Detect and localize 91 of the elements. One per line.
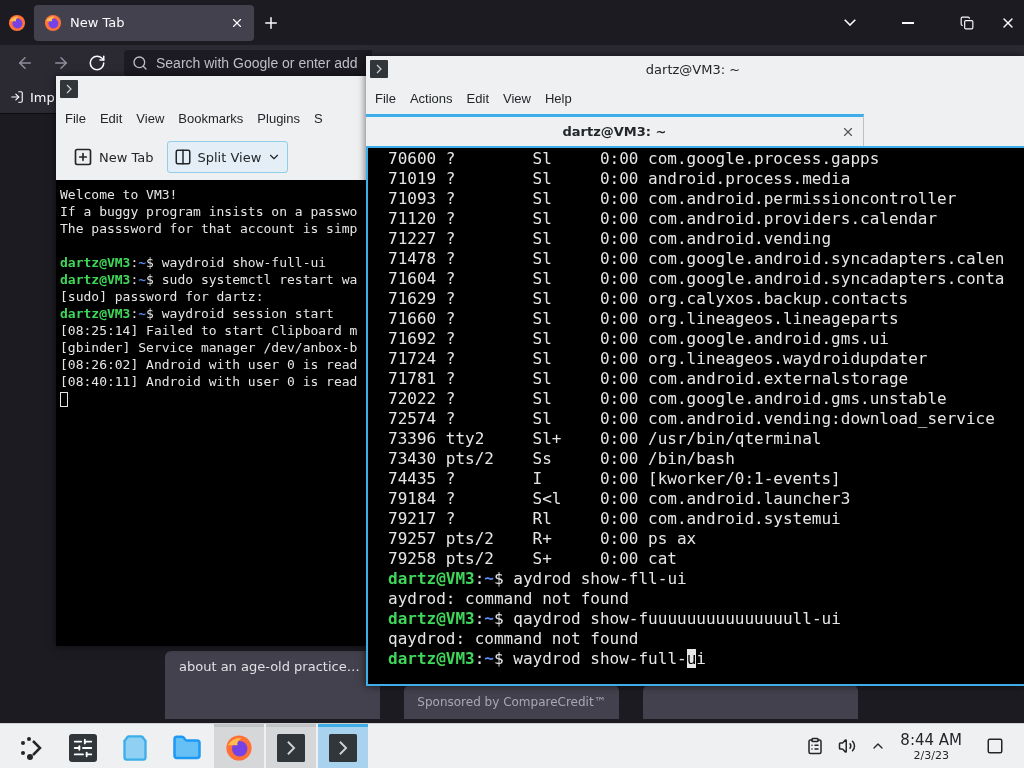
terminal-line: [sudo] password for dartz: (60, 288, 265, 305)
terminal-icon (60, 80, 78, 98)
split-view-button[interactable]: Split View (166, 141, 289, 173)
terminal-line: aydrod: command not found (388, 589, 630, 609)
search-icon (132, 55, 148, 71)
terminal-line: 72574 ? Sl 0:00 com.android.vending:download_service (388, 409, 996, 429)
firefox-icon (225, 733, 253, 762)
terminal-line: 73430 pts/2 Ss 0:00 /bin/bash (388, 449, 736, 469)
menu-item[interactable]: Actions (404, 88, 458, 108)
menu-item[interactable]: Edit (94, 108, 128, 128)
browser-tab[interactable]: New Tab (34, 4, 254, 41)
taskbar-item[interactable] (266, 724, 316, 768)
import-icon (10, 90, 24, 104)
terminal-line: 79257 pts/2 R+ 0:00 ps ax (388, 529, 698, 549)
terminal-line: [gbinder] Service manager /dev/anbox-b (60, 339, 359, 356)
terminal-line: 79217 ? Rl 0:00 com.android.systemui (388, 509, 842, 529)
terminal-line: [08:25:14] Failed to start Clipboard m (60, 322, 359, 339)
tab-list-button[interactable] (844, 19, 856, 26)
minimize-icon (902, 21, 914, 24)
menu-item[interactable]: View (498, 88, 536, 108)
menu-item[interactable]: File (60, 108, 91, 128)
taskbar-item[interactable] (318, 724, 368, 768)
terminal-line: 70600 ? Sl 0:00 com.google.process.gapps (388, 149, 881, 169)
terminal-line: [08:40:11] Android with user 0 is read (60, 373, 359, 390)
split-columns-icon (173, 148, 192, 166)
terminal-line: If a buggy program insists on a passwo (60, 203, 359, 220)
clock[interactable]: 8:44 AM 2/3/23 (900, 730, 962, 762)
chevron-down-icon (844, 19, 856, 26)
text-cursor (60, 392, 68, 407)
arrow-right-icon (52, 54, 70, 72)
terminal-line: 71227 ? Sl 0:00 com.android.vending (388, 229, 833, 249)
window-title: dartz@VM3: ~ (644, 61, 742, 77)
menu-item[interactable]: File (370, 88, 401, 108)
story-card[interactable]: Sponsored by CompareCredit™ (404, 685, 619, 719)
terminal-line: 73396 tty2 Sl+ 0:00 /usr/bin/qterminal (388, 429, 823, 449)
new-tab-icon (73, 147, 93, 167)
terminal-tab[interactable]: dartz@VM3: ~ (366, 114, 864, 146)
settings-icon (69, 733, 97, 762)
story-card[interactable] (643, 685, 858, 719)
app-launcher-icon (18, 734, 44, 761)
menu-item[interactable]: View (131, 108, 170, 128)
new-tab-button[interactable]: New Tab (66, 141, 161, 173)
menu-item[interactable]: Plugins (252, 108, 305, 128)
show-desktop-icon[interactable] (986, 737, 1004, 755)
terminal-line: Welcome to VM3! (60, 186, 179, 203)
menu-item[interactable]: Bookmarks (173, 108, 249, 128)
back-button[interactable] (16, 54, 34, 72)
terminal-line: dartz@VM3:~$ waydroid session start (60, 305, 335, 322)
reload-button[interactable] (88, 54, 106, 72)
minimize-button[interactable] (902, 21, 914, 24)
restore-icon (960, 15, 974, 30)
terminal-line: 71093 ? Sl 0:00 com.android.permissioncontroller (388, 189, 958, 209)
bookmark-link[interactable]: Imp (10, 89, 55, 105)
terminal-line: 72022 ? Sl 0:00 com.google.android.gms.unstable (388, 389, 948, 409)
volume-icon[interactable] (838, 737, 857, 755)
clipboard-icon[interactable] (806, 737, 825, 755)
card-text: Sponsored by CompareCredit™ (417, 695, 606, 709)
terminal-line: dartz@VM3:~$ waydrod show-full-ui (388, 649, 707, 669)
terminal-icon (329, 733, 357, 762)
terminal-line: 74435 ? I 0:00 [kworker/0:1-events] (388, 469, 842, 489)
reload-icon (88, 54, 106, 72)
terminal-line: 79258 pts/2 S+ 0:00 cat (388, 549, 678, 569)
card-text: about an age-old practice… (179, 659, 360, 674)
firefox-icon (44, 13, 62, 32)
terminal-line: 71660 ? Sl 0:00 org.lineageos.lineageparts (388, 309, 900, 329)
terminal-line: 71629 ? Sl 0:00 org.calyxos.backup.contacts (388, 289, 910, 309)
terminal-line: 71604 ? Sl 0:00 com.google.android.syncadapters.conta (388, 269, 1006, 289)
terminal-line: 71692 ? Sl 0:00 com.google.android.gms.ui (388, 329, 890, 349)
story-card[interactable]: about an age-old practice… (165, 651, 380, 719)
terminal-line: dartz@VM3:~$ aydrod show-fll-ui (388, 569, 688, 589)
terminal-line: 71781 ? Sl 0:00 com.android.externalstorage (388, 369, 910, 389)
terminal-line: [08:26:02] Android with user 0 is read (60, 356, 359, 373)
restore-button[interactable] (960, 15, 974, 30)
terminal-icon (277, 733, 305, 762)
terminal-line: dartz@VM3:~$ qaydrod show-fuuuuuuuuuuuuuuull-ui (388, 609, 842, 629)
terminal-icon (370, 60, 388, 78)
terminal-line: qaydrod: command not found (388, 629, 640, 649)
terminal-line: 71120 ? Sl 0:00 com.android.providers.calendar (388, 209, 939, 229)
firefox-icon (8, 13, 26, 32)
menu-item[interactable]: S (309, 108, 328, 128)
terminal-line: 71724 ? Sl 0:00 org.lineageos.waydroidupdater (388, 349, 929, 369)
terminal-line: dartz@VM3:~$ waydroid show-full-ui (60, 254, 328, 271)
terminal-line: The passsword for that account is simp (60, 220, 359, 237)
forward-button[interactable] (52, 54, 70, 72)
terminal-line: 71019 ? Sl 0:00 android.process.media (388, 169, 852, 189)
address-field[interactable]: Search with Google or enter add (124, 50, 372, 76)
terminal-line: 71478 ? Sl 0:00 com.google.android.syncadapters.calen (388, 249, 1006, 269)
menu-item[interactable]: Help (539, 88, 577, 108)
terminal-line: 79184 ? S<l 0:00 com.android.launcher3 (388, 489, 852, 509)
terminal-line: dartz@VM3:~$ sudo systemctl restart wa (60, 271, 359, 288)
menu-item[interactable]: Edit (461, 88, 494, 108)
